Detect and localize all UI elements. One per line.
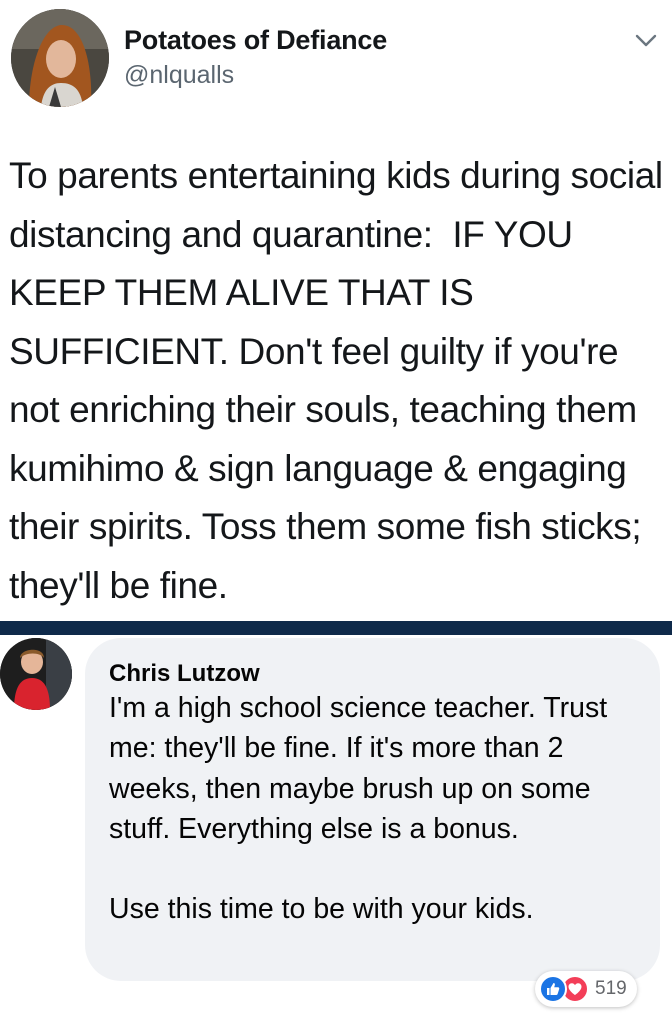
comment-text: I'm a high school science teacher. Trust… (109, 692, 608, 926)
tweet-avatar[interactable] (11, 9, 109, 107)
comment-bubble: Chris Lutzow I'm a high school science t… (85, 638, 660, 981)
comment-avatar[interactable] (0, 638, 72, 710)
tweet-text: To parents entertaining kids during soci… (9, 155, 672, 606)
tweet-card: Potatoes of Defiance @nlqualls To parent… (0, 0, 672, 621)
reactions-summary[interactable]: 519 (535, 971, 637, 1007)
like-icon (539, 975, 567, 1003)
tweet-handle[interactable]: @nlqualls (124, 61, 234, 90)
chevron-down-icon[interactable] (634, 28, 658, 52)
comment: Chris Lutzow I'm a high school science t… (0, 635, 672, 1024)
tweet-display-name[interactable]: Potatoes of Defiance (124, 25, 387, 56)
comment-author[interactable]: Chris Lutzow (109, 660, 260, 688)
reaction-count: 519 (595, 978, 627, 999)
section-divider (0, 621, 672, 635)
